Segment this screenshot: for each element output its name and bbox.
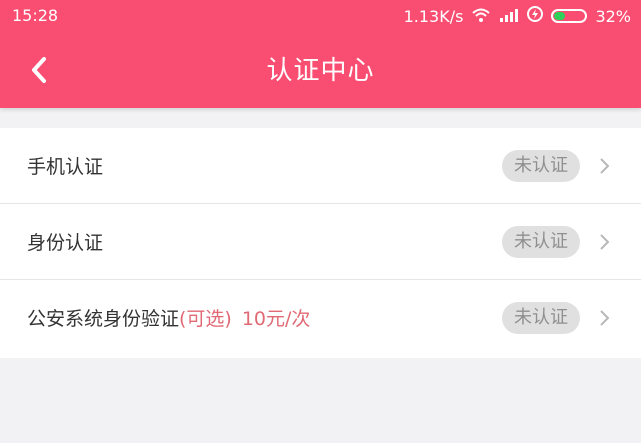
status-badge: 未认证 bbox=[502, 226, 580, 258]
list-item-phone-auth[interactable]: 手机认证 未认证 bbox=[0, 128, 641, 204]
list-item-label: 身份认证 bbox=[27, 232, 104, 254]
optional-tag: (可选) bbox=[179, 308, 232, 330]
list-item-label: 公安系统身份验证 bbox=[27, 308, 180, 330]
status-right: 1.13K/s 32% bbox=[404, 6, 631, 26]
auth-list: 手机认证 未认证 身份认证 未认证 公安系统身份验证(可选) 10元/次 未认证 bbox=[0, 128, 641, 358]
list-item-police-id-verify[interactable]: 公安系统身份验证(可选) 10元/次 未认证 bbox=[0, 280, 641, 358]
status-badge: 未认证 bbox=[502, 302, 580, 334]
signal-icon bbox=[499, 7, 519, 26]
chevron-right-icon bbox=[600, 234, 610, 250]
list-item-id-auth[interactable]: 身份认证 未认证 bbox=[0, 204, 641, 280]
wifi-icon bbox=[471, 7, 491, 26]
header: 15:28 1.13K/s 32% 认证中心 bbox=[0, 0, 641, 108]
status-time: 15:28 bbox=[12, 6, 59, 25]
battery-icon bbox=[551, 9, 588, 23]
chevron-right-icon bbox=[600, 310, 610, 326]
status-badge: 未认证 bbox=[502, 150, 580, 182]
list-item-label-group: 公安系统身份验证(可选) 10元/次 bbox=[27, 304, 310, 331]
nav-bar: 认证中心 bbox=[0, 32, 641, 108]
price-tag: 10元/次 bbox=[241, 308, 311, 330]
network-speed: 1.13K/s bbox=[403, 6, 464, 26]
list-item-label: 手机认证 bbox=[27, 156, 104, 178]
battery-fill bbox=[554, 12, 566, 20]
page-title: 认证中心 bbox=[266, 56, 375, 86]
status-bar: 15:28 1.13K/s 32% bbox=[0, 0, 641, 32]
battery-percent: 32% bbox=[595, 6, 631, 26]
charging-icon bbox=[527, 6, 544, 26]
chevron-right-icon bbox=[600, 158, 610, 174]
